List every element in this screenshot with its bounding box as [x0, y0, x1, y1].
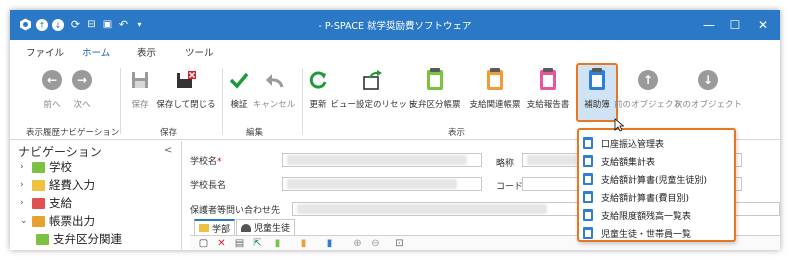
maximize-button[interactable]: ☐ [726, 16, 744, 34]
delete-icon[interactable]: ✕ [216, 238, 227, 249]
expand-arrow-icon[interactable]: › [20, 162, 32, 172]
collapse-arrow-icon[interactable]: ⌄ [20, 216, 32, 226]
expand-arrow-icon[interactable]: › [20, 198, 32, 208]
student-icon [241, 223, 251, 232]
support-class-form-button[interactable]: 支弁区分帳票 [408, 66, 462, 122]
subtab-department[interactable]: 学部 [194, 219, 236, 235]
tree-item-support-class[interactable]: 支弁区分関連 [36, 231, 122, 247]
ribbon-separator [302, 68, 303, 134]
prev-object-button[interactable]: ↑ 前のオブジェクト [614, 66, 682, 122]
navigation-pane: ナビゲーション < › 学校 › 経費入力 › 支給 ⌄ 帳票出力 支弁区分関連 [10, 141, 182, 250]
group-label-save: 保存 [160, 128, 178, 138]
clipboard-icon [32, 215, 45, 227]
tree-item-payment[interactable]: › 支給 [20, 195, 72, 211]
arrow-up-icon: ↑ [638, 70, 658, 90]
menu-item-payment-total[interactable]: 支給額集計表 [583, 153, 655, 169]
save-icon [128, 68, 152, 92]
subtab-students[interactable]: 児童生徒 [236, 219, 296, 235]
save-close-icon [174, 68, 198, 92]
menu-item-limit-balance[interactable]: 支給限度額残高一覧表 [583, 207, 691, 223]
aux-book-button[interactable]: 補助簿 [580, 66, 614, 122]
menu-item-calc-by-expense[interactable]: 支給額計算書(費目別) [583, 189, 689, 205]
principal-name-field[interactable] [282, 177, 482, 191]
nav-title: ナビゲーション [18, 145, 102, 159]
abbr-label: 略称 [496, 159, 515, 169]
search-doc-icon[interactable]: ⊡ [394, 238, 405, 249]
refresh-green-icon [306, 68, 330, 92]
clipboard-blue-small-icon[interactable]: ▮ [324, 238, 335, 249]
clipboard-blue-icon [583, 173, 593, 185]
nav-collapse-button[interactable]: < [164, 145, 172, 156]
undo-arrow-icon [262, 68, 286, 92]
verify-button[interactable]: 検証 [228, 66, 250, 122]
title-bar: ↑ ↓ ⟳ ⊟ ▣ ↶ ▾ - P-SPACE 就学奨励費ソフトウェア — ☐ … [10, 10, 780, 40]
arrow-right-icon: → [72, 70, 92, 90]
tree-item-school[interactable]: › 学校 [20, 159, 72, 175]
arrow-down-icon: ↓ [698, 70, 718, 90]
new-icon[interactable]: ▢ [198, 238, 209, 249]
code-label: コード [496, 182, 524, 192]
group-label-history: 表示履歴ナビゲーション [26, 128, 120, 138]
payment-report-button[interactable]: 支給報告書 [526, 66, 570, 122]
group-label-edit: 編集 [246, 128, 264, 138]
menu-item-calc-by-student[interactable]: 支給額計算書(児童生徒別) [583, 171, 707, 187]
prev-button[interactable]: ← 前へ [40, 66, 64, 122]
mouse-cursor-icon [614, 118, 625, 132]
clipboard-orange-icon [487, 68, 503, 90]
down-small-icon[interactable]: ⊖ [370, 238, 381, 249]
aux-book-dropdown: 口座振込管理表 支給額集計表 支給額計算書(児童生徒別) 支給額計算書(費目別)… [577, 128, 736, 242]
grid-icon[interactable]: ▤ [234, 238, 245, 249]
clipboard-blue-icon [583, 227, 593, 239]
payment-form-button[interactable]: 支給関連帳票 [468, 66, 522, 122]
clipboard-blue-icon [583, 155, 593, 167]
ribbon-separator [222, 68, 223, 134]
school-icon [32, 161, 45, 173]
school-name-field[interactable] [282, 153, 482, 167]
clipboard-green-icon [427, 68, 443, 90]
tab-file[interactable]: ファイル [26, 45, 64, 59]
group-label-view: 表示 [448, 128, 466, 138]
save-close-button[interactable]: 保存して閉じる [156, 66, 216, 122]
window-title: - P-SPACE 就学奨励費ソフトウェア [318, 21, 472, 32]
app-window: ↑ ↓ ⟳ ⊟ ▣ ↶ ▾ - P-SPACE 就学奨励費ソフトウェア — ☐ … [10, 10, 780, 250]
menu-item-student-household[interactable]: 児童生徒・世帯員一覧 [583, 225, 691, 241]
tree-item-form-output[interactable]: ⌄ 帳票出力 [20, 213, 95, 229]
check-icon [227, 68, 251, 92]
cancel-button[interactable]: キャンセル [253, 66, 295, 122]
menu-item-account-transfer[interactable]: 口座振込管理表 [583, 135, 664, 151]
next-button[interactable]: → 次へ [70, 66, 94, 122]
clipboard-pink-icon [540, 68, 556, 90]
clipboard-orange-small-icon[interactable]: ▮ [298, 238, 309, 249]
minimize-button[interactable]: — [700, 16, 718, 34]
guardian-contact-label: 保護者等問い合わせ先 [190, 206, 281, 216]
clipboard-icon [36, 233, 49, 245]
reset-view-icon [361, 68, 385, 92]
tab-tools[interactable]: ツール [185, 45, 214, 59]
menu-bar: ファイル ホーム 表示 ツール [10, 40, 780, 64]
tree-item-expense-input[interactable]: › 経費入力 [20, 177, 95, 193]
clipboard-green-small-icon[interactable]: ▮ [272, 238, 283, 249]
refresh-button[interactable]: 更新 [306, 66, 330, 122]
tab-view[interactable]: 表示 [137, 45, 156, 59]
close-button[interactable]: ✕ [754, 16, 772, 34]
clipboard-blue-icon [583, 209, 593, 221]
expand-arrow-icon[interactable]: › [20, 180, 32, 190]
up-small-icon[interactable]: ⊕ [352, 238, 363, 249]
clipboard-blue-icon [583, 137, 593, 149]
export-icon[interactable]: ⇱ [252, 238, 263, 249]
folder-icon [32, 179, 45, 191]
folder-icon [199, 224, 209, 232]
save-button[interactable]: 保存 [126, 66, 154, 122]
clipboard-blue-icon [589, 68, 605, 90]
school-name-label: 学校名* [190, 157, 222, 167]
reset-view-button[interactable]: ビュー設定のリセット [331, 66, 416, 122]
ribbon-separator [120, 68, 121, 134]
next-object-button[interactable]: ↓ 次のオブジェクト [674, 66, 742, 122]
calendar-icon [32, 197, 45, 209]
principal-name-label: 学校長名 [190, 181, 227, 191]
arrow-left-icon: ← [42, 70, 62, 90]
tab-home[interactable]: ホーム [78, 45, 114, 64]
clipboard-blue-icon [583, 191, 593, 203]
